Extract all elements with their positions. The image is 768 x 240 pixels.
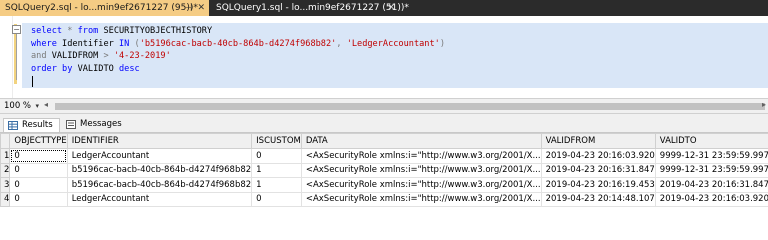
table-cell[interactable]: 0 — [9, 177, 68, 193]
sql-keyword: where — [31, 38, 57, 49]
column-header-identifier[interactable]: IDENTIFIER — [66, 133, 253, 149]
table-cell[interactable]: LedgerAccountant — [66, 148, 253, 164]
row-number[interactable]: 1 — [0, 148, 11, 164]
table-cell[interactable]: <AxSecurityRole xmlns:i="http://www.w3.o… — [300, 148, 542, 164]
tab-label: Results — [22, 120, 53, 130]
tab-sqlquery2[interactable]: SQLQuery2.sql - lo...min9ef2671227 (95))… — [0, 0, 209, 16]
table-cell[interactable]: <AxSecurityRole xmlns:i="http://www.w3.o… — [300, 177, 542, 193]
close-icon[interactable]: ✕ — [197, 0, 205, 16]
row-number[interactable]: 3 — [0, 177, 11, 193]
table-cell[interactable]: 2019-04-23 20:16:31.847 — [540, 162, 656, 178]
table-header-row: OBJECTTYPE IDENTIFIER ISCUSTOM DATA VALIDFRO… — [0, 133, 768, 149]
table-cell[interactable]: 0 — [251, 148, 302, 164]
table-cell[interactable]: <AxSecurityRole xmlns:i="http://www.w3.o… — [300, 162, 542, 178]
code-line[interactable]: where Identifier IN ('b5196cac-bacb-40cb… — [31, 38, 445, 51]
sql-keyword: IN — [118, 38, 130, 49]
grid-icon — [8, 121, 18, 130]
sql-keyword: from — [77, 26, 99, 36]
sql-keyword: order by — [31, 63, 73, 74]
table-cell[interactable]: 2019-04-23 20:16:19.453 — [540, 177, 656, 193]
table-cell[interactable]: 2019-04-23 20:16:03.920 — [654, 191, 768, 207]
document-tab-strip: SQLQuery2.sql - lo...min9ef2671227 (95))… — [0, 0, 768, 16]
tab-results[interactable]: Results — [3, 118, 60, 132]
table-row[interactable]: 2 0 b5196cac-bacb-40cb-864b-d4274f968b82 1 <… — [0, 162, 768, 178]
table-cell[interactable]: 2019-04-23 20:16:03.920 — [540, 148, 656, 164]
code-line[interactable]: order by VALIDTO desc — [31, 63, 445, 76]
editor-status-bar: 100 % ▾ ◂ ▸ — [0, 98, 768, 114]
table-cell[interactable]: 0 — [9, 148, 68, 164]
table-cell[interactable]: 2019-04-23 20:14:48.107 — [540, 191, 656, 207]
table-row[interactable]: 3 0 b5196cac-bacb-40cb-864b-d4274f968b82 1 <… — [0, 177, 768, 193]
column-header-validto[interactable]: VALIDTO — [654, 133, 768, 149]
pin-icon[interactable]: ⊣ — [185, 0, 192, 16]
tab-label: SQLQuery1.sql - lo...min9ef2671227 (51))… — [216, 3, 409, 13]
tab-messages[interactable]: Messages — [62, 118, 124, 132]
column-header-data[interactable]: DATA — [300, 133, 542, 149]
sql-keyword: desc — [118, 63, 140, 74]
table-row[interactable]: 4 0 LedgerAccountant 0 <AxSecurityRole xmlns… — [0, 191, 768, 207]
sql-text: VALIDTO — [72, 63, 119, 74]
scroll-right-icon[interactable]: ▸ — [762, 100, 766, 109]
table-cell[interactable]: 0 — [9, 191, 68, 207]
table-cell[interactable]: LedgerAccountant — [66, 191, 253, 207]
scroll-left-icon[interactable]: ◂ — [44, 100, 48, 109]
sql-text: VALIDFROM — [46, 51, 104, 62]
results-tab-strip: Results Messages — [0, 114, 768, 133]
table-cell[interactable]: 0 — [9, 162, 68, 178]
table-cell[interactable]: b5196cac-bacb-40cb-864b-d4274f968b82 — [66, 177, 253, 193]
sql-text: Identifier — [56, 38, 119, 49]
table-cell[interactable]: 9999-12-31 23:59:59.997 — [654, 162, 768, 178]
query-editor[interactable]: − select * from SECURITYOBJECTHISTORY whe… — [0, 16, 768, 98]
horizontal-scrollbar[interactable]: ◂ ▸ — [42, 100, 766, 111]
tab-sqlquery1[interactable]: SQLQuery1.sql - lo...min9ef2671227 (51))… — [211, 0, 409, 16]
outline-line — [16, 28, 17, 80]
table-cell[interactable]: 1 — [251, 177, 302, 193]
sql-keyword: select — [31, 26, 63, 36]
collapse-icon[interactable]: − — [12, 25, 21, 34]
text-caret — [32, 76, 33, 87]
sql-text: SECURITYOBJECTHISTORY — [98, 26, 213, 36]
results-grid: OBJECTTYPE IDENTIFIER ISCUSTOM DATA VALIDFRO… — [0, 133, 768, 213]
sql-string: 'LedgerAccountant' — [346, 38, 440, 49]
row-number[interactable]: 2 — [0, 162, 11, 178]
zoom-dropdown[interactable]: 100 % ▾ — [2, 100, 40, 113]
sql-string: 'b5196cac-bacb-40cb-864b-d4274f968b82' — [139, 38, 337, 49]
code-line[interactable]: select * from SECURITYOBJECTHISTORY — [31, 25, 445, 38]
messages-icon — [66, 120, 76, 129]
zoom-value: 100 % — [4, 101, 32, 111]
sql-operator: and — [31, 51, 47, 62]
code-line[interactable]: and VALIDFROM > '4-23-2019' — [31, 50, 445, 63]
table-cell[interactable]: <AxSecurityRole xmlns:i="http://www.w3.o… — [300, 191, 542, 207]
close-icon[interactable]: ✕ — [387, 0, 395, 16]
code-line[interactable] — [31, 75, 445, 88]
sql-operator: ) — [439, 38, 446, 49]
table-cell[interactable]: 0 — [251, 191, 302, 207]
row-number[interactable]: 4 — [0, 191, 11, 207]
column-header-iscustom[interactable]: ISCUSTOM — [251, 133, 302, 149]
table-cell[interactable]: b5196cac-bacb-40cb-864b-d4274f968b82 — [66, 162, 253, 178]
tab-label: Messages — [80, 119, 122, 129]
sql-string: '4-23-2019' — [113, 51, 171, 62]
table-cell[interactable]: 9999-12-31 23:59:59.997 — [654, 148, 768, 164]
table-cell[interactable]: 2019-04-23 20:16:31.847 — [654, 177, 768, 193]
results-table: OBJECTTYPE IDENTIFIER ISCUSTOM DATA VALIDFRO… — [0, 133, 768, 207]
table-cell[interactable]: 1 — [251, 162, 302, 178]
row-number-header[interactable] — [0, 133, 11, 149]
chevron-down-icon: ▾ — [35, 102, 39, 110]
table-row[interactable]: 1 0 LedgerAccountant 0 <AxSecurityRole xmlns… — [0, 148, 768, 164]
query-text[interactable]: select * from SECURITYOBJECTHISTORY where… — [31, 25, 445, 88]
column-header-objecttype[interactable]: OBJECTTYPE — [9, 133, 68, 149]
column-header-validfrom[interactable]: VALIDFROM — [540, 133, 656, 149]
tab-label: SQLQuery2.sql - lo...min9ef2671227 (95))… — [5, 3, 198, 13]
scrollbar-thumb[interactable] — [55, 103, 765, 110]
